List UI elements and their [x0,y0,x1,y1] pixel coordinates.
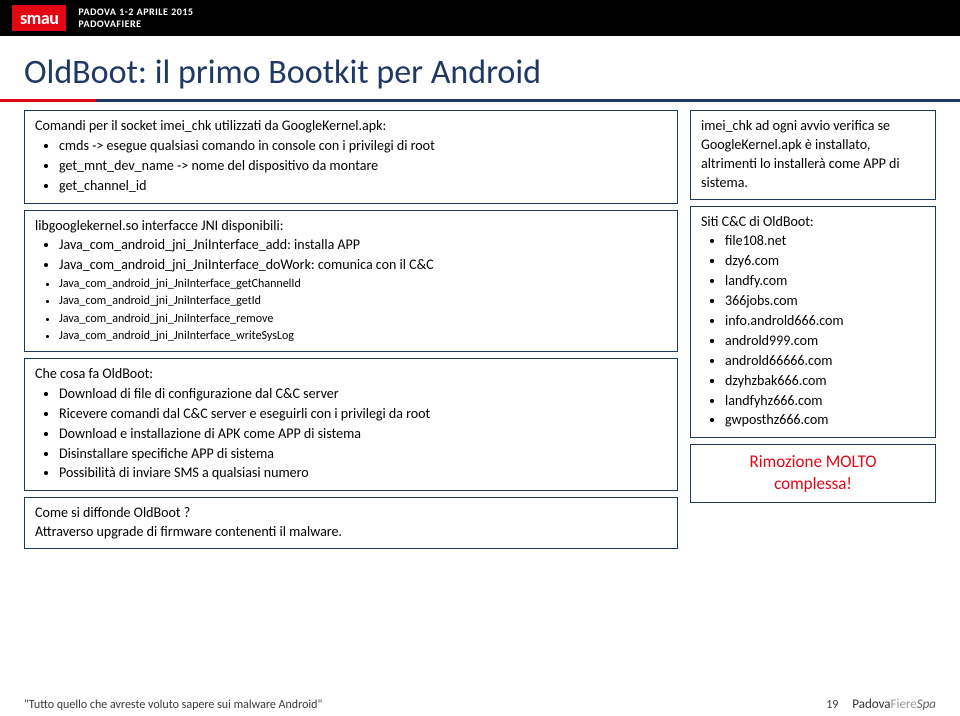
box-removal: Rimozione MOLTO complessa! [690,444,936,502]
list-item: Java_com_android_jni_JniInterface_getId [59,293,667,309]
box-socket-commands: Comandi per il socket imei_chk utilizzat… [24,110,678,204]
footer-logo: PadovaFiereSpa [852,697,936,712]
list-item: Download di file di configurazione dal C… [59,385,667,404]
list-item: Java_com_android_jni_JniInterface_add: i… [59,236,667,255]
box2-intro: libgooglekernel.so interfacce JNI dispon… [35,217,667,236]
box-jni-interfaces: libgooglekernel.so interfacce JNI dispon… [24,210,678,352]
cc-intro: Siti C&C di OldBoot: [701,213,925,232]
right-column: imei_chk ad ogni avvio verifica se Googl… [690,110,936,555]
list-item: 366jobs.com [725,292,925,311]
page-number: 19 [812,698,852,712]
box-cc-sites: Siti C&C di OldBoot: file108.net dzy6.co… [690,206,936,439]
removal-l2: complessa! [701,473,925,495]
list-item: landfyhz666.com [725,392,925,411]
list-item: landfy.com [725,272,925,291]
left-column: Comandi per il socket imei_chk utilizzat… [24,110,678,555]
header-venue: PADOVAFIERE [78,18,193,30]
list-item: Possibilità di inviare SMS a qualsiasi n… [59,464,667,483]
list-item: cmds -> esegue qualsiasi comando in cons… [59,137,667,156]
list-item: info.androld666.com [725,312,925,331]
list-item: Java_com_android_jni_JniInterface_getCha… [59,276,667,292]
footer: "Tutto quello che avreste voluto sapere … [24,697,936,712]
header-meta: PADOVA 1-2 APRILE 2015 PADOVAFIERE [78,6,193,30]
list-item: Disinstallare specifiche APP di sistema [59,445,667,464]
smau-logo: smau [12,5,66,31]
removal-l1: Rimozione MOLTO [701,451,925,473]
list-item: Ricevere comandi dal C&C server e esegui… [59,405,667,424]
list-item: Java_com_android_jni_JniInterface_writeS… [59,328,667,344]
list-item: get_mnt_dev_name -> nome del dispositivo… [59,157,667,176]
slide-title: OldBoot: il primo Bootkit per Android [24,52,936,93]
list-item: androld66666.com [725,352,925,371]
box3-intro: Che cosa fa OldBoot: [35,365,667,384]
list-item: Java_com_android_jni_JniInterface_doWork… [59,256,667,275]
spread-answer: Attraverso upgrade di firmware contenent… [35,523,667,542]
list-item: file108.net [725,232,925,251]
imei-chk-desc: imei_chk ad ogni avvio verifica se Googl… [701,117,900,191]
list-item: androld999.com [725,332,925,351]
box-oldboot-actions: Che cosa fa OldBoot: Download di file di… [24,358,678,491]
box1-intro: Comandi per il socket imei_chk utilizzat… [35,117,667,136]
list-item: Download e installazione di APK come APP… [59,425,667,444]
spread-question: Come si diffonde OldBoot ? [35,504,667,523]
list-item: gwposthz666.com [725,411,925,430]
list-item: dzy6.com [725,252,925,271]
list-item: dzyhzbak666.com [725,372,925,391]
header-bar: smau PADOVA 1-2 APRILE 2015 PADOVAFIERE [0,0,960,36]
box-imei-chk: imei_chk ad ogni avvio verifica se Googl… [690,110,936,200]
footer-quote: "Tutto quello che avreste voluto sapere … [24,698,812,712]
list-item: Java_com_android_jni_JniInterface_remove [59,311,667,327]
content: Comandi per il socket imei_chk utilizzat… [0,102,960,555]
list-item: get_channel_id [59,177,667,196]
box-spread: Come si diffonde OldBoot ? Attraverso up… [24,497,678,549]
